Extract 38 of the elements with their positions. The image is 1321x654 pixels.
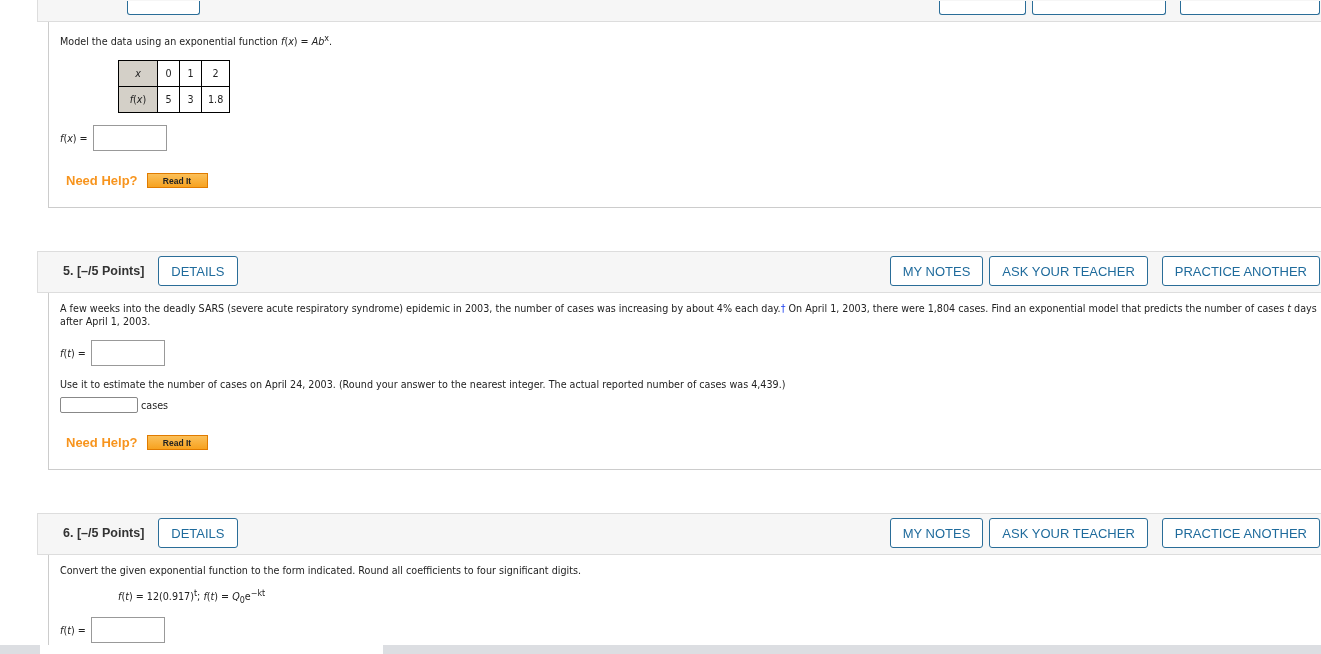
action-button[interactable]: PRACTICE ANOTHER [1161,256,1320,287]
question-points: 6. [–/5 Points] [63,526,145,541]
button-edge[interactable] [1032,1,1166,15]
button-edge[interactable] [1180,1,1320,15]
action-button[interactable]: MY NOTES [889,518,984,549]
formula: f(t) = 12(0.917)$^{t}$; f(t) = Q$_{0}$e$^{−kt}$ [118,589,267,606]
action-button[interactable]: ASK YOUR TEACHER [989,256,1148,287]
need-help-label: Need Help? [66,173,138,189]
action-button[interactable]: MY NOTES [889,256,984,287]
button-edge[interactable] [939,1,1026,15]
unit-label: cases [141,399,169,411]
answer-field[interactable] [92,125,167,152]
answer-field[interactable] [90,617,165,644]
details-button[interactable]: DETAILS [158,256,238,287]
table-cell: 2 [201,60,230,87]
answer-label: f(t) = [60,624,86,636]
table-header-cell: x [118,60,158,87]
read-it-button[interactable]: Read It [146,173,208,189]
problem-text: Model the data using an exponential function f(x) = Ab$^{x}$. [60,33,334,49]
button-edge[interactable] [127,1,200,15]
answer-label: f(t) = [60,347,86,359]
table-header-cell: f(x) [118,86,158,113]
details-button[interactable]: DETAILS [158,518,238,549]
problem-text: A few weeks into the deadly SARS (severe acute respiratory syndrome) epidemic in 2003, the number of cases was increasing by about 4% each day.† On April 1, 2003, there were 1,804 cases. Find an exponential model that predicts the number of cases t days after April 1, 2003. [60,302,1318,329]
answer-label: f(x) = [60,132,88,144]
problem-text: Use it to estimate the number of cases on April 24, 2003. (Round your answer to the nearest integer. The actual reported number of cases was 4,439.) [60,378,787,392]
footnote-link[interactable]: † [780,303,786,315]
read-it-button[interactable]: Read It [146,435,208,451]
action-button[interactable]: PRACTICE ANOTHER [1161,518,1320,549]
table-cell: 0 [157,60,180,87]
table-cell: 1 [179,60,202,87]
search-field[interactable] [40,645,383,654]
need-help-label: Need Help? [66,435,138,451]
question-points: 5. [–/5 Points] [63,264,145,279]
answer-field[interactable] [90,340,165,367]
problem-text: Convert the given exponential function to the form indicated. Round all coefficients to four significant digits. [60,564,582,578]
answer-field[interactable] [60,397,138,414]
action-button[interactable]: ASK YOUR TEACHER [989,518,1148,549]
